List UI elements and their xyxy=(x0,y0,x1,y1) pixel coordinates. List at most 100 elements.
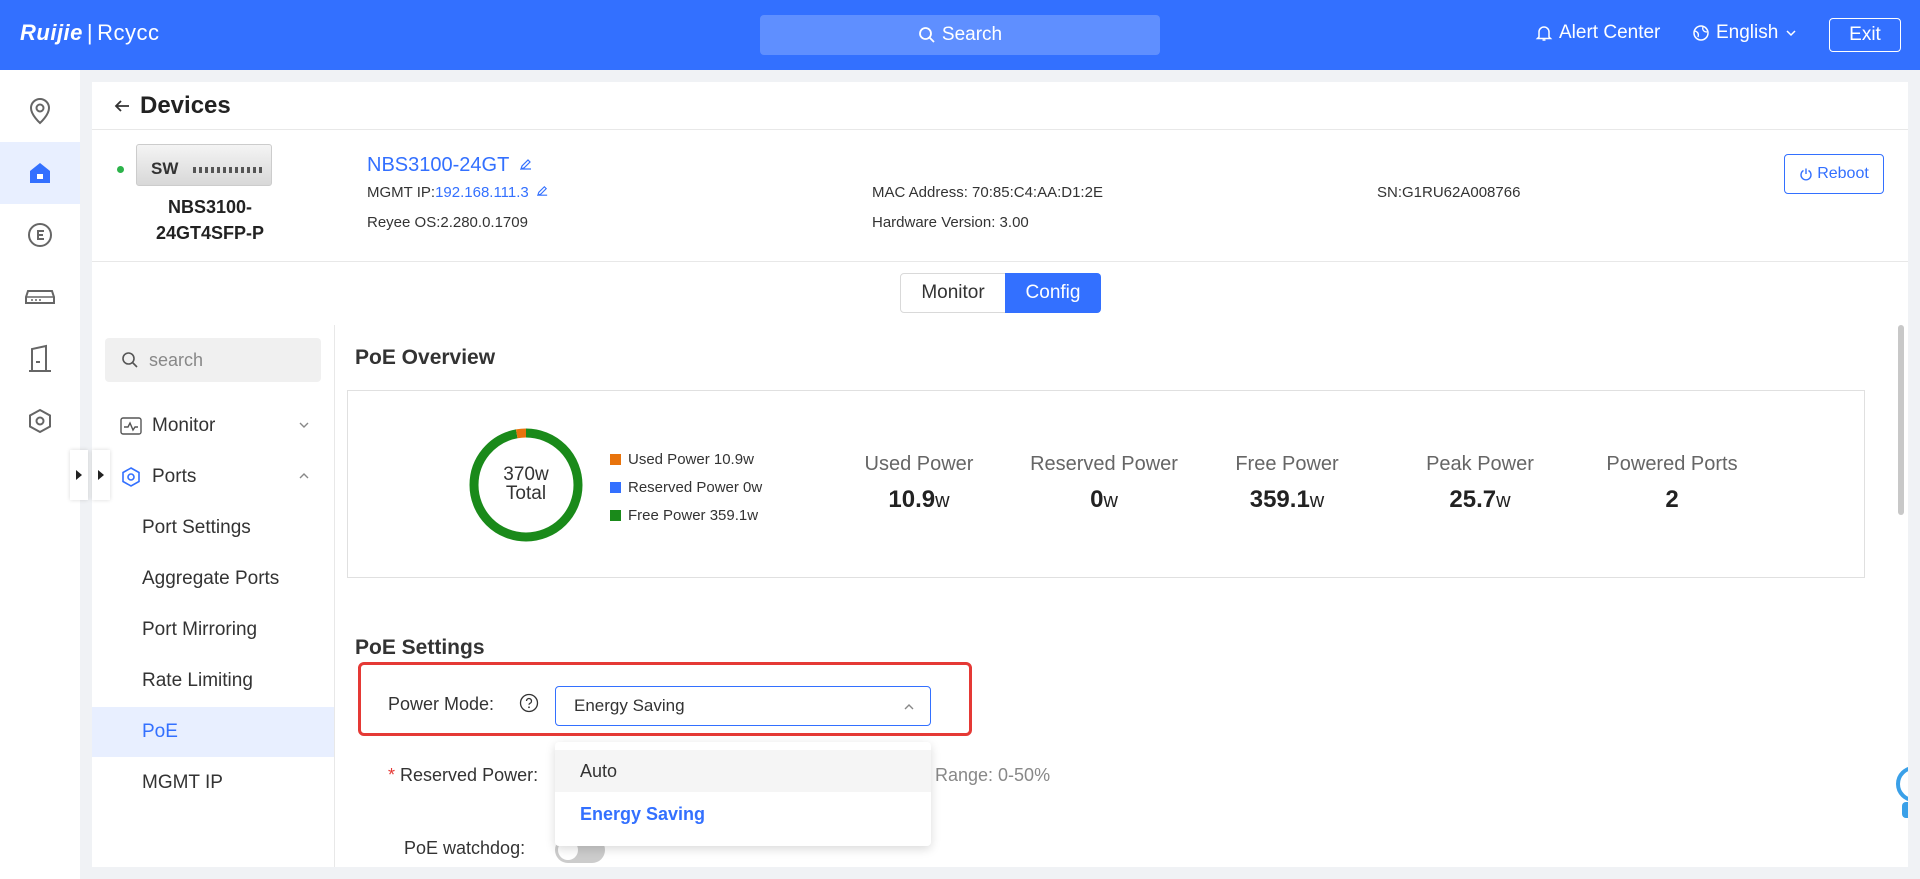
search-icon xyxy=(918,27,935,43)
nav-group-ports[interactable]: Ports xyxy=(92,452,334,502)
legend-swatch-reserved xyxy=(610,482,621,493)
device-image-label: SW xyxy=(151,159,179,178)
legend-swatch-free xyxy=(610,510,621,521)
tab-config[interactable]: Config xyxy=(1005,273,1101,313)
logo-separator: | xyxy=(86,20,94,45)
stat-free-power-number: 359.1 xyxy=(1249,486,1310,513)
stat-powered-ports-label: Powered Ports xyxy=(1606,453,1738,475)
poe-watchdog-label: PoE watchdog: xyxy=(404,838,526,858)
reserved-power-label: * Reserved Power: xyxy=(388,765,538,786)
poe-settings-title: PoE Settings xyxy=(355,636,485,659)
chevron-down-icon xyxy=(299,422,309,428)
device-image: SW xyxy=(136,144,272,186)
nav-item-poe[interactable]: PoE xyxy=(92,707,334,757)
location-icon xyxy=(29,97,51,125)
stat-peak-power: Peak Power 25.7w xyxy=(1395,453,1565,514)
online-status-dot xyxy=(117,166,124,173)
stat-peak-power-number: 25.7 xyxy=(1449,486,1497,513)
stat-powered-ports-number: 2 xyxy=(1665,486,1679,513)
home-icon xyxy=(30,163,50,183)
menu-search-input[interactable]: search xyxy=(105,338,321,382)
device-icon xyxy=(25,290,55,304)
required-marker: * xyxy=(388,765,396,785)
hexagon-icon xyxy=(29,408,51,434)
stat-used-power-number: 10.9 xyxy=(888,486,936,513)
content-scrollbar[interactable] xyxy=(1898,325,1904,515)
collapse-subnav-handle[interactable] xyxy=(92,450,110,500)
nav-item-port-mirroring[interactable]: Port Mirroring xyxy=(92,605,334,655)
stat-powered-ports: Powered Ports 2 xyxy=(1587,453,1757,514)
search-label: Search xyxy=(941,24,1003,45)
circle-e-icon xyxy=(28,223,52,247)
nav-item-mgmt-ip[interactable]: MGMT IP xyxy=(92,758,334,808)
device-name[interactable]: NBS3100-24GT xyxy=(367,154,533,177)
caret-right-icon xyxy=(76,470,82,480)
chevron-down-icon xyxy=(1786,30,1796,37)
nav-item-aggregate-ports[interactable]: Aggregate Ports xyxy=(92,554,334,604)
donut-total-value: 370w xyxy=(503,464,549,485)
legend-used-label: Used Power 10.9w xyxy=(628,451,754,468)
stat-reserved-power: Reserved Power 0w xyxy=(1019,453,1189,514)
reserved-power-label-text: Reserved Power: xyxy=(400,765,539,785)
os-version: Reyee OS:2.280.0.1709 xyxy=(367,214,528,231)
legend-free: Free Power 359.1w xyxy=(610,507,758,524)
exit-button[interactable]: Exit xyxy=(1829,18,1901,52)
language-selector[interactable]: English xyxy=(1692,22,1804,44)
main-panel: Devices SW NBS3100- 24GT4SFP-P NBS3100-2… xyxy=(92,82,1908,867)
mgmt-ip-field: MGMT IP:192.168.111.3 xyxy=(367,184,549,201)
mgmt-ip-label: MGMT IP: xyxy=(367,184,436,201)
device-ports-graphic xyxy=(193,167,263,173)
page-header: Devices xyxy=(92,82,1908,130)
back-arrow-icon[interactable] xyxy=(112,96,132,116)
mgmt-ip-link[interactable]: 192.168.111.3 xyxy=(435,184,529,201)
logo[interactable]: Ruijie | Rcycc xyxy=(20,20,160,46)
bell-icon xyxy=(1535,26,1553,41)
rail-location[interactable] xyxy=(0,80,80,142)
option-energy-saving[interactable]: Energy Saving xyxy=(555,793,931,835)
rail-cloud[interactable] xyxy=(0,204,80,266)
nav-item-port-settings[interactable]: Port Settings xyxy=(92,503,334,553)
robot-icon xyxy=(1896,767,1908,818)
top-bar: Ruijie | Rcycc Search Alert Center English… xyxy=(0,0,1920,70)
reserved-power-range: Range: 0-50% xyxy=(935,765,1051,785)
edit-ip-icon[interactable] xyxy=(536,184,549,197)
alert-center-label: Alert Center xyxy=(1559,22,1661,43)
option-auto[interactable]: Auto xyxy=(555,750,931,792)
stat-used-power-label: Used Power xyxy=(864,453,974,475)
hardware-version: Hardware Version: 3.00 xyxy=(872,214,1029,231)
rail-home[interactable] xyxy=(0,142,80,204)
power-mode-select[interactable]: Energy Saving xyxy=(555,686,931,726)
nav-item-rate-limiting[interactable]: Rate Limiting xyxy=(92,656,334,706)
rail-devices[interactable] xyxy=(0,266,80,328)
alert-center-button[interactable]: Alert Center xyxy=(1535,22,1660,44)
stat-reserved-power-label: Reserved Power xyxy=(1030,453,1178,475)
legend-used: Used Power 10.9w xyxy=(610,451,754,468)
stat-powered-ports-value: 2 xyxy=(1587,486,1757,514)
page-title: Devices xyxy=(140,91,231,119)
stat-reserved-power-value: 0w xyxy=(1019,486,1189,514)
stat-peak-power-value: 25.7w xyxy=(1395,486,1565,514)
tab-monitor[interactable]: Monitor xyxy=(900,273,1006,313)
global-search-button[interactable]: Search xyxy=(760,15,1160,55)
stat-reserved-power-number: 0 xyxy=(1090,486,1104,513)
rail-settings[interactable] xyxy=(0,390,80,452)
stat-free-power-value: 359.1w xyxy=(1202,486,1372,514)
device-name-text: NBS3100-24GT xyxy=(367,154,509,176)
assistant-widget[interactable] xyxy=(1892,762,1908,822)
stat-used-power: Used Power 10.9w xyxy=(834,453,1004,514)
stat-used-power-unit: w xyxy=(935,490,950,512)
logo-brand: Ruijie xyxy=(20,20,83,45)
globe-icon xyxy=(1693,25,1709,41)
help-icon[interactable] xyxy=(519,693,539,713)
rail-projects[interactable] xyxy=(0,328,80,390)
serial-number: SN:G1RU62A008766 xyxy=(1377,184,1521,201)
edit-icon[interactable] xyxy=(519,157,533,171)
caret-right-icon xyxy=(98,470,104,480)
legend-free-label: Free Power 359.1w xyxy=(628,507,759,524)
collapse-rail-handle[interactable] xyxy=(70,450,88,500)
donut-total-caption: Total xyxy=(505,483,547,504)
reboot-label: Reboot xyxy=(1817,165,1869,182)
nav-group-monitor[interactable]: Monitor xyxy=(92,401,334,451)
reboot-button[interactable]: Reboot xyxy=(1784,154,1884,194)
legend-reserved-label: Reserved Power 0w xyxy=(628,479,763,496)
